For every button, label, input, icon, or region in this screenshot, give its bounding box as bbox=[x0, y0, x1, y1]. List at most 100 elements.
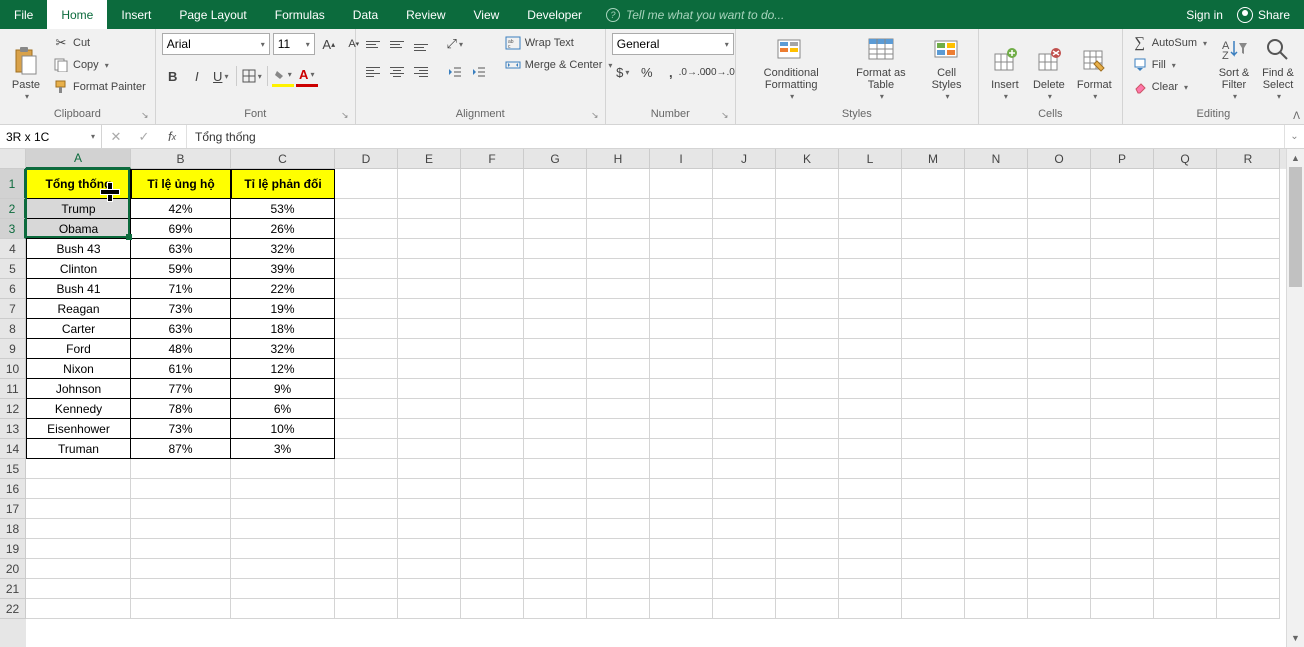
dialog-launcher-icon[interactable]: ↘ bbox=[589, 110, 601, 122]
cell[interactable] bbox=[713, 559, 776, 579]
cell[interactable] bbox=[902, 439, 965, 459]
cell[interactable] bbox=[131, 499, 231, 519]
cell[interactable] bbox=[1217, 579, 1280, 599]
cell[interactable] bbox=[524, 599, 587, 619]
share-button[interactable]: Share bbox=[1237, 7, 1290, 23]
cell[interactable] bbox=[231, 519, 335, 539]
cell[interactable] bbox=[965, 399, 1028, 419]
cell[interactable] bbox=[902, 219, 965, 239]
cell[interactable] bbox=[587, 479, 650, 499]
cell[interactable] bbox=[1154, 419, 1217, 439]
cell[interactable] bbox=[524, 419, 587, 439]
row-header[interactable]: 11 bbox=[0, 379, 26, 399]
cell[interactable] bbox=[839, 379, 902, 399]
cell[interactable] bbox=[1028, 459, 1091, 479]
cell[interactable] bbox=[839, 259, 902, 279]
cell[interactable] bbox=[587, 599, 650, 619]
cell[interactable] bbox=[776, 259, 839, 279]
cell[interactable]: 22% bbox=[231, 279, 335, 299]
cell[interactable]: 32% bbox=[231, 239, 335, 259]
cell[interactable] bbox=[1217, 459, 1280, 479]
cell[interactable] bbox=[461, 279, 524, 299]
cell[interactable]: 73% bbox=[131, 299, 231, 319]
cell[interactable] bbox=[776, 579, 839, 599]
row-header[interactable]: 12 bbox=[0, 399, 26, 419]
cell[interactable] bbox=[1154, 559, 1217, 579]
cell[interactable] bbox=[839, 359, 902, 379]
accounting-format-button[interactable]: $▾ bbox=[612, 61, 634, 83]
cell[interactable] bbox=[524, 539, 587, 559]
cell[interactable]: 69% bbox=[131, 219, 231, 239]
cell[interactable] bbox=[587, 499, 650, 519]
cell[interactable] bbox=[1217, 419, 1280, 439]
fill-button[interactable]: Fill▾ bbox=[1129, 55, 1210, 75]
tab-home[interactable]: Home bbox=[47, 0, 107, 29]
cell[interactable] bbox=[524, 319, 587, 339]
cell[interactable] bbox=[461, 199, 524, 219]
italic-button[interactable]: I bbox=[186, 65, 208, 87]
collapse-ribbon-button[interactable]: ᐱ bbox=[1293, 111, 1300, 122]
cell[interactable] bbox=[965, 259, 1028, 279]
cell[interactable] bbox=[1028, 199, 1091, 219]
cell[interactable] bbox=[1028, 479, 1091, 499]
cell[interactable]: 59% bbox=[131, 259, 231, 279]
cell[interactable] bbox=[965, 379, 1028, 399]
cell[interactable] bbox=[839, 579, 902, 599]
cell[interactable] bbox=[1028, 539, 1091, 559]
cell[interactable] bbox=[1091, 299, 1154, 319]
cell[interactable] bbox=[1091, 169, 1154, 199]
cell[interactable] bbox=[650, 339, 713, 359]
cell[interactable] bbox=[839, 559, 902, 579]
cell[interactable] bbox=[131, 519, 231, 539]
copy-button[interactable]: Copy▾ bbox=[50, 55, 149, 75]
cell[interactable] bbox=[398, 439, 461, 459]
cell[interactable] bbox=[26, 499, 131, 519]
cell[interactable] bbox=[524, 219, 587, 239]
cut-button[interactable]: ✂Cut bbox=[50, 33, 149, 53]
cell[interactable] bbox=[1217, 199, 1280, 219]
cell[interactable] bbox=[1154, 479, 1217, 499]
cell[interactable] bbox=[231, 499, 335, 519]
cell[interactable] bbox=[398, 499, 461, 519]
cell[interactable] bbox=[398, 599, 461, 619]
cell[interactable] bbox=[587, 319, 650, 339]
tab-formulas[interactable]: Formulas bbox=[261, 0, 339, 29]
cell[interactable] bbox=[776, 169, 839, 199]
cell[interactable]: Trump bbox=[26, 199, 131, 219]
cell[interactable] bbox=[839, 479, 902, 499]
cell[interactable] bbox=[1028, 339, 1091, 359]
cell[interactable] bbox=[398, 579, 461, 599]
cell[interactable]: Eisenhower bbox=[26, 419, 131, 439]
cell[interactable] bbox=[776, 199, 839, 219]
scroll-up-button[interactable]: ▲ bbox=[1287, 149, 1304, 167]
cell[interactable] bbox=[461, 169, 524, 199]
cell[interactable] bbox=[26, 479, 131, 499]
cell[interactable]: 12% bbox=[231, 359, 335, 379]
cell[interactable] bbox=[1154, 239, 1217, 259]
formula-input[interactable]: Tổng thống bbox=[187, 125, 1284, 148]
cell[interactable] bbox=[524, 169, 587, 199]
cell[interactable]: Nixon bbox=[26, 359, 131, 379]
cell[interactable] bbox=[1028, 579, 1091, 599]
sign-in-button[interactable]: Sign in bbox=[1186, 8, 1223, 22]
cell[interactable] bbox=[713, 379, 776, 399]
row-header[interactable]: 14 bbox=[0, 439, 26, 459]
cell[interactable] bbox=[1154, 579, 1217, 599]
cell[interactable] bbox=[965, 319, 1028, 339]
cell[interactable] bbox=[965, 479, 1028, 499]
cell[interactable]: Kennedy bbox=[26, 399, 131, 419]
cell[interactable] bbox=[1091, 479, 1154, 499]
row-header[interactable]: 16 bbox=[0, 479, 26, 499]
tab-page-layout[interactable]: Page Layout bbox=[165, 0, 260, 29]
cell[interactable] bbox=[461, 559, 524, 579]
cell[interactable] bbox=[398, 219, 461, 239]
cell[interactable] bbox=[839, 539, 902, 559]
underline-button[interactable]: U▾ bbox=[210, 65, 232, 87]
cell[interactable]: 6% bbox=[231, 399, 335, 419]
cell[interactable] bbox=[1091, 199, 1154, 219]
cell[interactable] bbox=[1154, 439, 1217, 459]
cell[interactable] bbox=[713, 499, 776, 519]
cell[interactable] bbox=[965, 279, 1028, 299]
cell[interactable] bbox=[776, 419, 839, 439]
cell[interactable] bbox=[398, 299, 461, 319]
